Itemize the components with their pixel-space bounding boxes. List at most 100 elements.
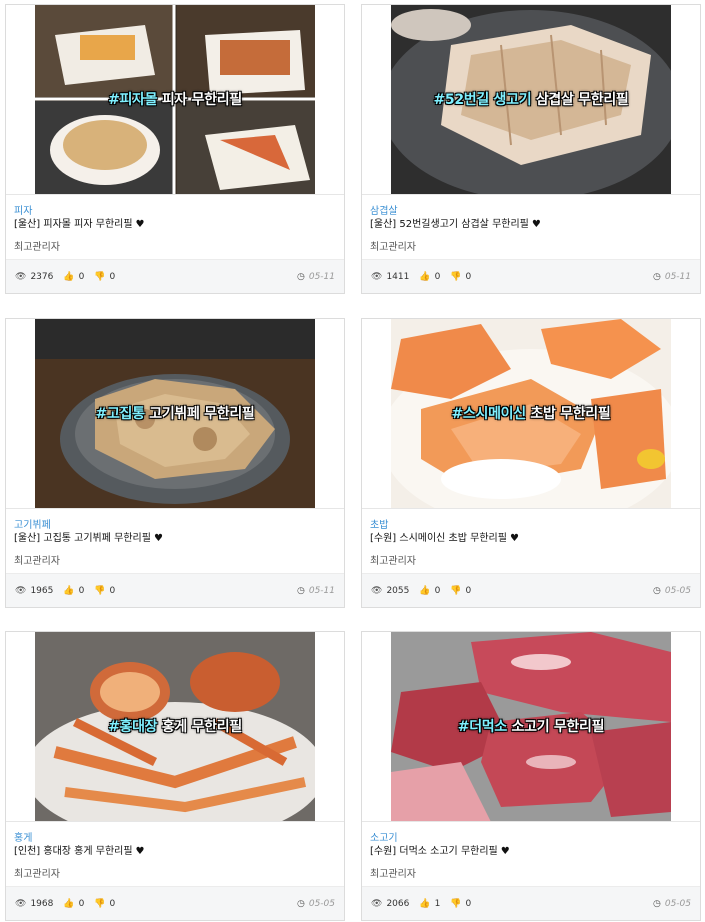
- clock-icon: ◷: [652, 271, 661, 282]
- heart-icon: ♥: [509, 533, 519, 544]
- gallery-grid: #피자몰 피자 무한리필 피자 [울산] 피자몰 피자 무한리필 ♥ 최고관리자 …: [0, 0, 705, 922]
- view-count: 2376: [30, 271, 54, 282]
- caption-text: 고기뷔페 무한리필: [144, 406, 255, 422]
- card-thumbnail[interactable]: #피자몰 피자 무한리필: [6, 5, 344, 195]
- thumbs-down-icon[interactable]: 👎: [450, 272, 461, 282]
- thumbs-down-icon[interactable]: 👎: [450, 586, 461, 596]
- dislike-count: 0: [109, 898, 116, 909]
- card-title-link[interactable]: [인천] 홍대장 홍게 무한리필: [14, 845, 133, 859]
- thumbs-down-icon[interactable]: 👎: [94, 272, 105, 282]
- eye-icon: 👁: [371, 271, 383, 282]
- thumbs-up-icon[interactable]: 👍: [63, 586, 74, 596]
- card-meta: 👁 2055 👍 0 👎 0 ◷ 05-05: [362, 573, 700, 607]
- card-title-link[interactable]: [수원] 스시메이신 초밥 무한리필: [370, 532, 507, 546]
- card-category-link[interactable]: 소고기: [370, 832, 692, 845]
- eye-icon: 👁: [371, 898, 383, 909]
- view-count: 1411: [386, 271, 410, 282]
- card-thumbnail[interactable]: #스시메이신 초밥 무한리필: [362, 319, 700, 509]
- thumbnail-caption: #스시메이신 초밥 무한리필: [362, 403, 700, 423]
- view-count: 1965: [30, 585, 54, 596]
- thumbs-up-icon[interactable]: 👍: [419, 899, 430, 909]
- eye-icon: 👁: [15, 271, 27, 282]
- card-category-link[interactable]: 홍게: [14, 832, 336, 845]
- card-thumbnail[interactable]: #홍대장 홍게 무한리필: [6, 632, 344, 822]
- heart-icon: ♥: [500, 846, 510, 857]
- dislike-count: 0: [109, 271, 116, 282]
- eye-icon: 👁: [371, 585, 383, 596]
- caption-tag: #52번길 생고기: [433, 92, 532, 108]
- card-meta: 👁 2376 👍 0 👎 0 ◷ 05-11: [6, 259, 344, 293]
- view-count: 2066: [386, 898, 410, 909]
- dislike-count: 0: [109, 585, 116, 596]
- card-author: 최고관리자: [14, 556, 60, 567]
- thumbs-down-icon[interactable]: 👎: [450, 899, 461, 909]
- gallery-card[interactable]: #스시메이신 초밥 무한리필 초밥 [수원] 스시메이신 초밥 무한리필 ♥ 최고…: [361, 318, 701, 608]
- heart-icon: ♥: [153, 533, 163, 544]
- gallery-card[interactable]: #52번길 생고기 삼겹살 무한리필 삼겹살 [울산] 52번길생고기 삼겹살 …: [361, 4, 701, 294]
- post-date: 05-05: [308, 898, 335, 909]
- thumbs-up-icon[interactable]: 👍: [419, 586, 430, 596]
- card-title-link[interactable]: [울산] 52번길생고기 삼겹살 무한리필: [370, 218, 529, 232]
- post-date: 05-11: [308, 271, 335, 282]
- thumbs-down-icon[interactable]: 👎: [94, 899, 105, 909]
- thumbnail-caption: #52번길 생고기 삼겹살 무한리필: [362, 89, 700, 109]
- card-category-link[interactable]: 피자: [14, 205, 336, 218]
- caption-text: 홍게 무한리필: [157, 719, 242, 735]
- gallery-card[interactable]: #피자몰 피자 무한리필 피자 [울산] 피자몰 피자 무한리필 ♥ 최고관리자 …: [5, 4, 345, 294]
- dislike-count: 0: [465, 271, 472, 282]
- eye-icon: 👁: [15, 898, 27, 909]
- card-meta: 👁 1965 👍 0 👎 0 ◷ 05-11: [6, 573, 344, 607]
- caption-text: 삼겹살 무한리필: [531, 92, 629, 108]
- card-meta: 👁 2066 👍 1 👎 0 ◷ 05-05: [362, 886, 700, 920]
- eye-icon: 👁: [15, 585, 27, 596]
- card-category-link[interactable]: 초밥: [370, 519, 692, 532]
- card-title-link[interactable]: [울산] 피자몰 피자 무한리필: [14, 218, 133, 232]
- card-author: 최고관리자: [14, 869, 60, 880]
- view-count: 1968: [30, 898, 54, 909]
- like-count: 0: [78, 585, 85, 596]
- gallery-card[interactable]: #홍대장 홍게 무한리필 홍게 [인천] 홍대장 홍게 무한리필 ♥ 최고관리자 …: [5, 631, 345, 921]
- caption-tag: #홍대장: [108, 719, 158, 735]
- clock-icon: ◷: [296, 271, 305, 282]
- card-category-link[interactable]: 고기뷔페: [14, 519, 336, 532]
- card-author: 최고관리자: [14, 242, 60, 253]
- thumbs-up-icon[interactable]: 👍: [63, 899, 74, 909]
- card-category-link[interactable]: 삼겹살: [370, 205, 692, 218]
- card-title-link[interactable]: [수원] 더먹소 소고기 무한리필: [370, 845, 498, 859]
- heart-icon: ♥: [135, 219, 145, 230]
- caption-tag: #고집통: [95, 406, 145, 422]
- post-date: 05-05: [664, 585, 691, 596]
- clock-icon: ◷: [296, 898, 305, 909]
- card-thumbnail[interactable]: #52번길 생고기 삼겹살 무한리필: [362, 5, 700, 195]
- caption-tag: #피자몰: [108, 92, 158, 108]
- card-title-link[interactable]: [울산] 고집통 고기뷔페 무한리필: [14, 532, 151, 546]
- heart-icon: ♥: [531, 219, 541, 230]
- card-thumbnail[interactable]: #고집통 고기뷔페 무한리필: [6, 319, 344, 509]
- post-date: 05-11: [308, 585, 335, 596]
- clock-icon: ◷: [652, 585, 661, 596]
- thumbs-down-icon[interactable]: 👎: [94, 586, 105, 596]
- card-thumbnail[interactable]: #더먹소 소고기 무한리필: [362, 632, 700, 822]
- clock-icon: ◷: [652, 898, 661, 909]
- thumbs-up-icon[interactable]: 👍: [63, 272, 74, 282]
- card-meta: 👁 1411 👍 0 👎 0 ◷ 05-11: [362, 259, 700, 293]
- caption-text: 초밥 무한리필: [525, 406, 611, 422]
- caption-tag: #스시메이신: [451, 406, 527, 422]
- like-count: 1: [434, 898, 441, 909]
- thumbs-up-icon[interactable]: 👍: [419, 272, 430, 282]
- card-meta: 👁 1968 👍 0 👎 0 ◷ 05-05: [6, 886, 344, 920]
- post-date: 05-05: [664, 898, 691, 909]
- card-author: 최고관리자: [370, 242, 416, 253]
- caption-text: 소고기 무한리필: [506, 719, 605, 735]
- heart-icon: ♥: [135, 846, 145, 857]
- post-date: 05-11: [664, 271, 691, 282]
- clock-icon: ◷: [296, 585, 305, 596]
- gallery-card[interactable]: #더먹소 소고기 무한리필 소고기 [수원] 더먹소 소고기 무한리필 ♥ 최고관…: [361, 631, 701, 921]
- thumbnail-caption: #고집통 고기뷔페 무한리필: [6, 403, 344, 423]
- thumbnail-caption: #피자몰 피자 무한리필: [6, 89, 344, 109]
- gallery-card[interactable]: #고집통 고기뷔페 무한리필 고기뷔페 [울산] 고집통 고기뷔페 무한리필 ♥ …: [5, 318, 345, 608]
- caption-tag: #더먹소: [457, 719, 507, 735]
- dislike-count: 0: [465, 898, 472, 909]
- thumbnail-caption: #더먹소 소고기 무한리필: [362, 716, 700, 736]
- view-count: 2055: [386, 585, 410, 596]
